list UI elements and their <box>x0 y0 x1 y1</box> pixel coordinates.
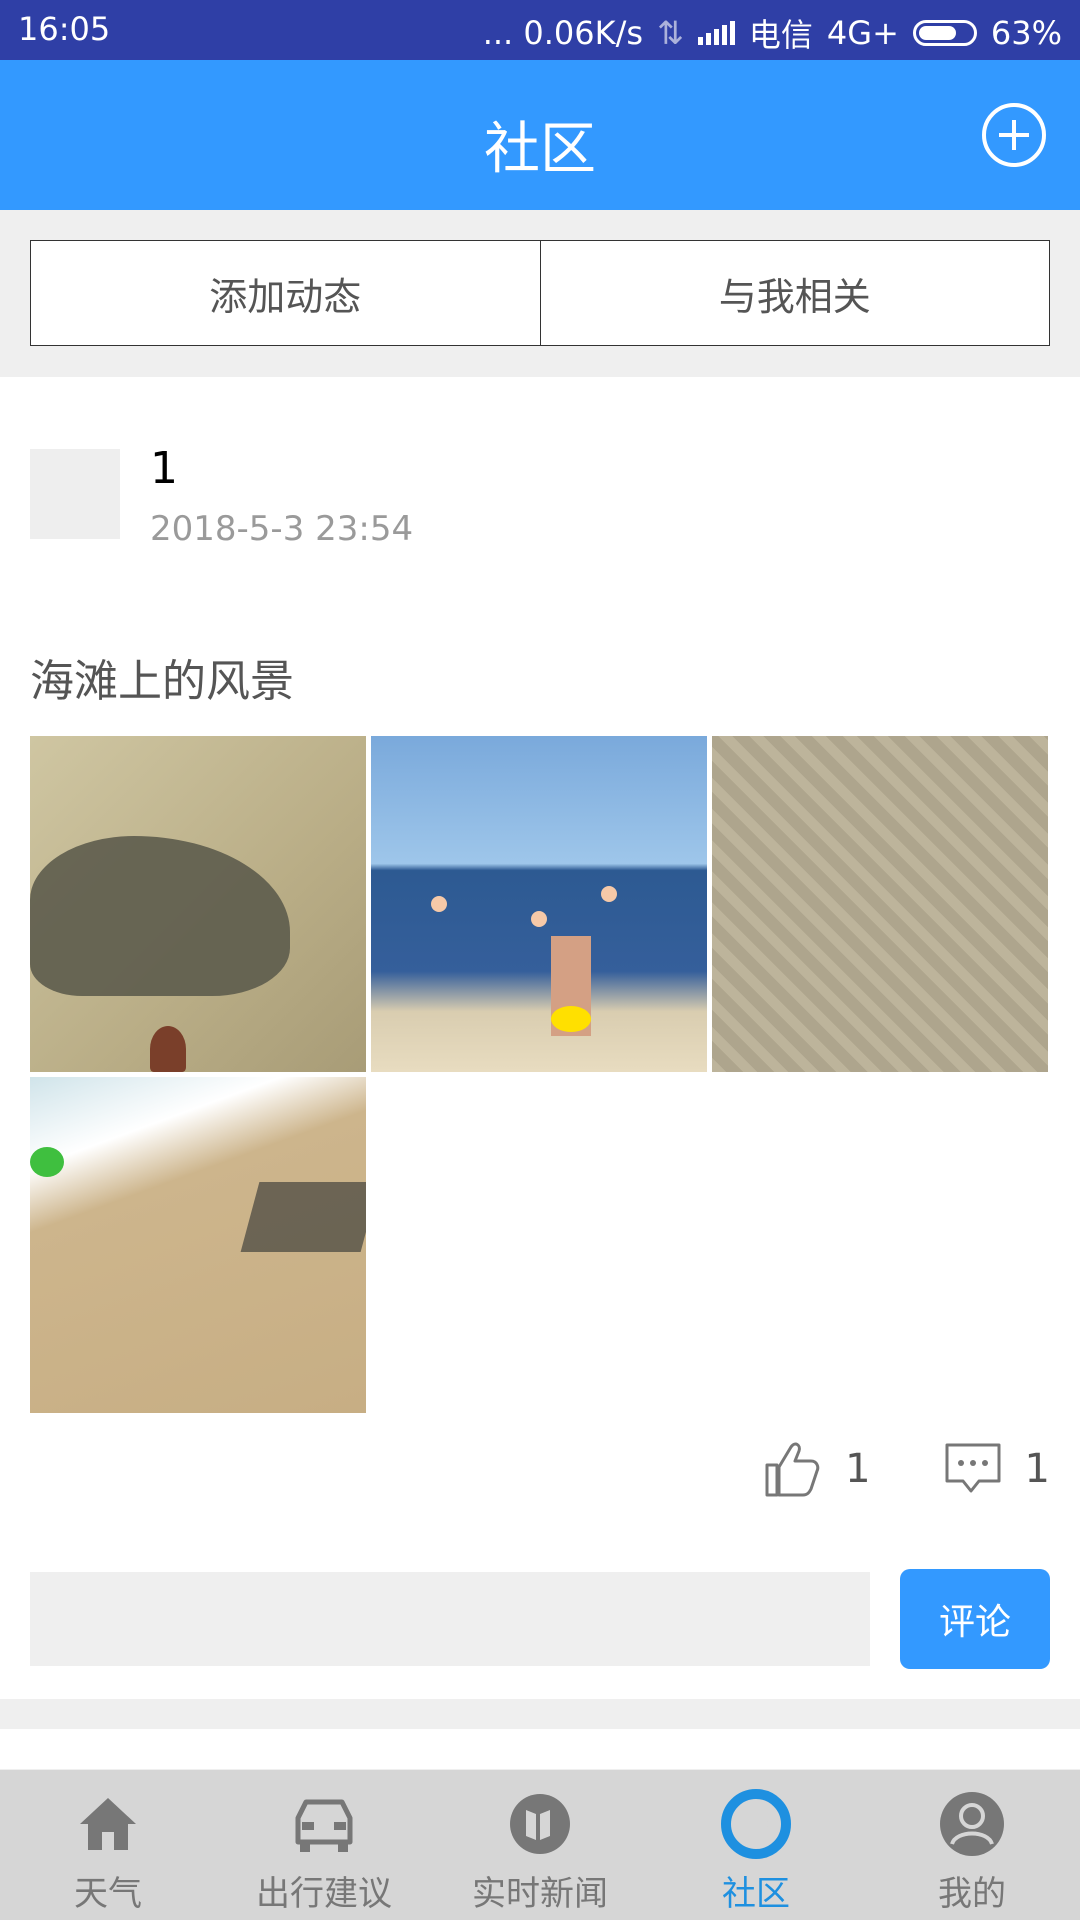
segment-related-to-me[interactable]: 与我相关 <box>539 241 1050 345</box>
plus-icon <box>999 120 1029 150</box>
network-speed: ... 0.06K/s <box>482 14 644 52</box>
user-icon <box>940 1792 1004 1856</box>
post-username: 1 <box>150 443 178 494</box>
post-photo-3[interactable] <box>712 736 1048 1072</box>
avatar[interactable] <box>30 449 120 539</box>
status-right: ... 0.06K/s ⇅ 电信 4G+ 63% <box>483 10 1062 56</box>
comment-icon[interactable] <box>941 1437 1005 1501</box>
comment-input[interactable] <box>30 1572 870 1666</box>
photo-shadow <box>240 1182 366 1252</box>
nav-community[interactable]: 社区 <box>648 1770 864 1920</box>
segment-control: 添加动态 与我相关 <box>30 240 1050 346</box>
signal-icon <box>697 21 735 45</box>
photo-swimmer <box>601 886 617 902</box>
status-time: 16:05 <box>18 10 111 48</box>
news-icon <box>510 1794 570 1854</box>
photo-swimmer <box>531 911 547 927</box>
photo-foot <box>150 1026 186 1072</box>
thumbs-up-icon[interactable] <box>761 1437 825 1501</box>
carrier-label: 电信 <box>748 16 813 54</box>
photo-float <box>551 1006 591 1032</box>
network-type: 4G+ <box>826 14 899 52</box>
comment-count: 1 <box>1024 1446 1050 1492</box>
like-count: 1 <box>845 1446 871 1492</box>
next-post-card <box>0 1729 1080 1769</box>
photo-ring <box>30 1147 64 1177</box>
nav-mine[interactable]: 我的 <box>864 1770 1080 1920</box>
post-actions: 1 1 <box>761 1437 1050 1501</box>
post-card: 1 2018-5-3 23:54 海滩上的风景 1 1 评论 <box>0 377 1080 1699</box>
nav-news[interactable]: 实时新闻 <box>432 1770 648 1920</box>
community-icon <box>721 1789 791 1859</box>
app-bar: 社区 <box>0 60 1080 210</box>
data-transfer-icon: ⇅ <box>657 14 684 52</box>
nav-label: 天气 <box>74 1874 142 1914</box>
car-icon <box>295 1799 353 1852</box>
nav-travel-advice[interactable]: 出行建议 <box>216 1770 432 1920</box>
bottom-nav: 天气 出行建议 实时新闻 社区 我的 <box>0 1770 1080 1920</box>
battery-icon <box>912 20 977 46</box>
battery-percent: 63% <box>990 14 1062 52</box>
segment-add-post[interactable]: 添加动态 <box>31 241 540 345</box>
nav-label: 社区 <box>722 1874 790 1914</box>
comment-button[interactable]: 评论 <box>900 1569 1050 1669</box>
nav-weather[interactable]: 天气 <box>0 1770 216 1920</box>
nav-label: 我的 <box>938 1874 1006 1914</box>
photo-shadow <box>30 836 290 996</box>
nav-label: 实时新闻 <box>472 1874 608 1914</box>
post-photo-2[interactable] <box>371 736 707 1072</box>
post-photo-1[interactable] <box>30 736 366 1072</box>
nav-label: 出行建议 <box>256 1874 392 1914</box>
post-photo-4[interactable] <box>30 1077 366 1413</box>
status-bar: 16:05 ... 0.06K/s ⇅ 电信 4G+ 63% <box>0 0 1080 60</box>
post-timestamp: 2018-5-3 23:54 <box>150 509 414 549</box>
page-title: 社区 <box>484 117 596 182</box>
post-text: 海滩上的风景 <box>30 656 294 707</box>
house-icon <box>80 1798 136 1850</box>
plus-circle-icon[interactable] <box>982 103 1046 167</box>
photo-swimmer <box>431 896 447 912</box>
